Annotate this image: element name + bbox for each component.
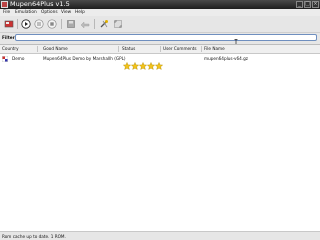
configure-icon[interactable]	[99, 19, 109, 29]
pause-icon[interactable]	[34, 19, 44, 29]
toolbar	[0, 16, 320, 33]
menu-options[interactable]: Options	[41, 9, 58, 16]
status-bar: Rom cache up to date. 1 ROM.	[0, 231, 320, 240]
load-state-icon[interactable]	[80, 19, 90, 29]
star-icon	[131, 62, 139, 70]
fullscreen-icon[interactable]	[113, 19, 123, 29]
menu-view[interactable]: View	[61, 9, 71, 16]
column-user-comments[interactable]: User Comments	[163, 45, 197, 53]
title-bar[interactable]: Mupen64Plus v1.5 _ □ ×	[0, 0, 320, 9]
play-icon[interactable]	[21, 19, 31, 29]
open-rom-icon[interactable]	[4, 19, 14, 29]
country-flag-icon	[2, 56, 8, 62]
star-icon	[123, 62, 131, 70]
menu-emulation[interactable]: Emulation	[15, 9, 37, 16]
column-good-name[interactable]: Good Name	[43, 45, 68, 53]
main-window: Mupen64Plus v1.5 _ □ × File Emulation Op…	[0, 0, 320, 240]
row-good-name: Mupen64Plus Demo by Marshallh (GPL)	[43, 56, 126, 61]
app-icon	[1, 1, 8, 8]
star-icon	[147, 62, 155, 70]
rom-list[interactable]: Country Good Name Status User Comments F…	[0, 44, 320, 231]
row-file-name: mupen64plus-v64.gz	[204, 56, 248, 61]
column-status[interactable]: Status	[122, 45, 135, 53]
star-icon	[139, 62, 147, 70]
mouse-cursor-icon	[234, 33, 238, 48]
column-file-name[interactable]: File Name	[204, 45, 225, 53]
maximize-button[interactable]: □	[304, 1, 311, 8]
minimize-button[interactable]: _	[296, 1, 303, 8]
star-icon	[155, 62, 163, 70]
row-status-stars	[123, 55, 163, 70]
status-text: Rom cache up to date. 1 ROM.	[2, 234, 66, 239]
table-row[interactable]: Demo Mupen64Plus Demo by Marshallh (GPL)…	[0, 54, 320, 70]
column-country[interactable]: Country	[2, 45, 19, 53]
save-state-icon[interactable]	[66, 19, 76, 29]
menu-file[interactable]: File	[3, 9, 10, 16]
rom-list-header: Country Good Name Status User Comments F…	[0, 45, 320, 54]
menu-help[interactable]: Help	[75, 9, 85, 16]
row-country: Demo	[12, 56, 25, 61]
close-button[interactable]: ×	[312, 1, 319, 8]
stop-icon[interactable]	[47, 19, 57, 29]
filter-input[interactable]	[15, 34, 317, 41]
window-title: Mupen64Plus v1.5	[10, 0, 70, 8]
